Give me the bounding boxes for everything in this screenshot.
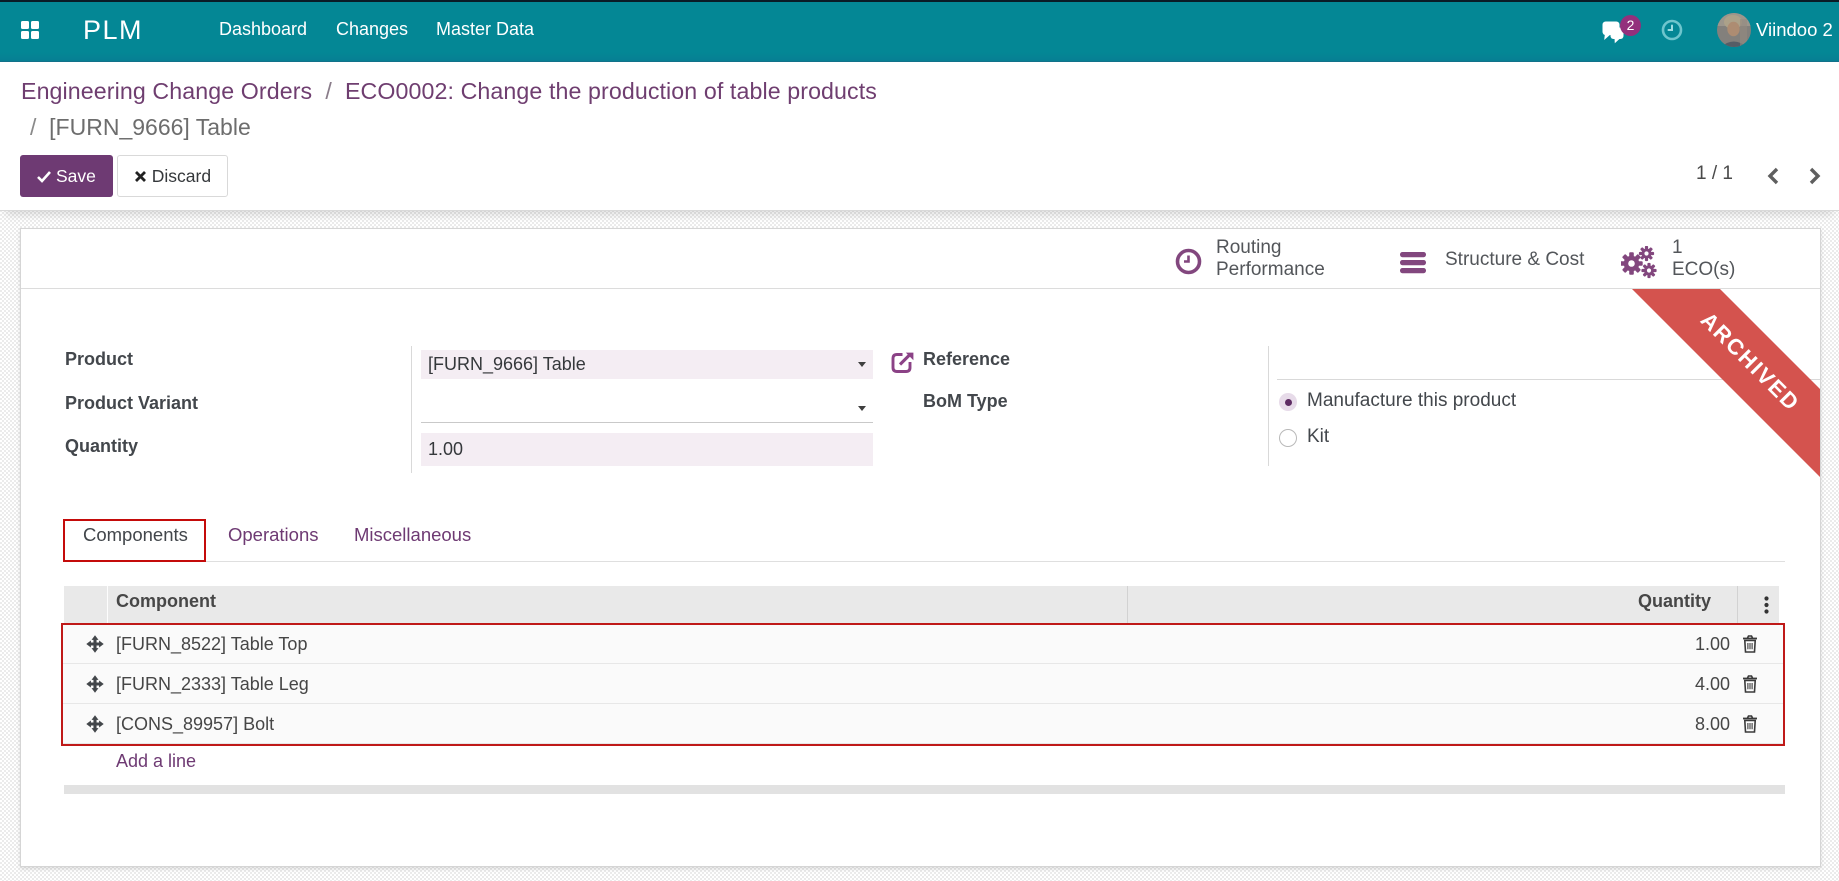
svg-text:ARCHIVED: ARCHIVED xyxy=(1696,307,1805,416)
